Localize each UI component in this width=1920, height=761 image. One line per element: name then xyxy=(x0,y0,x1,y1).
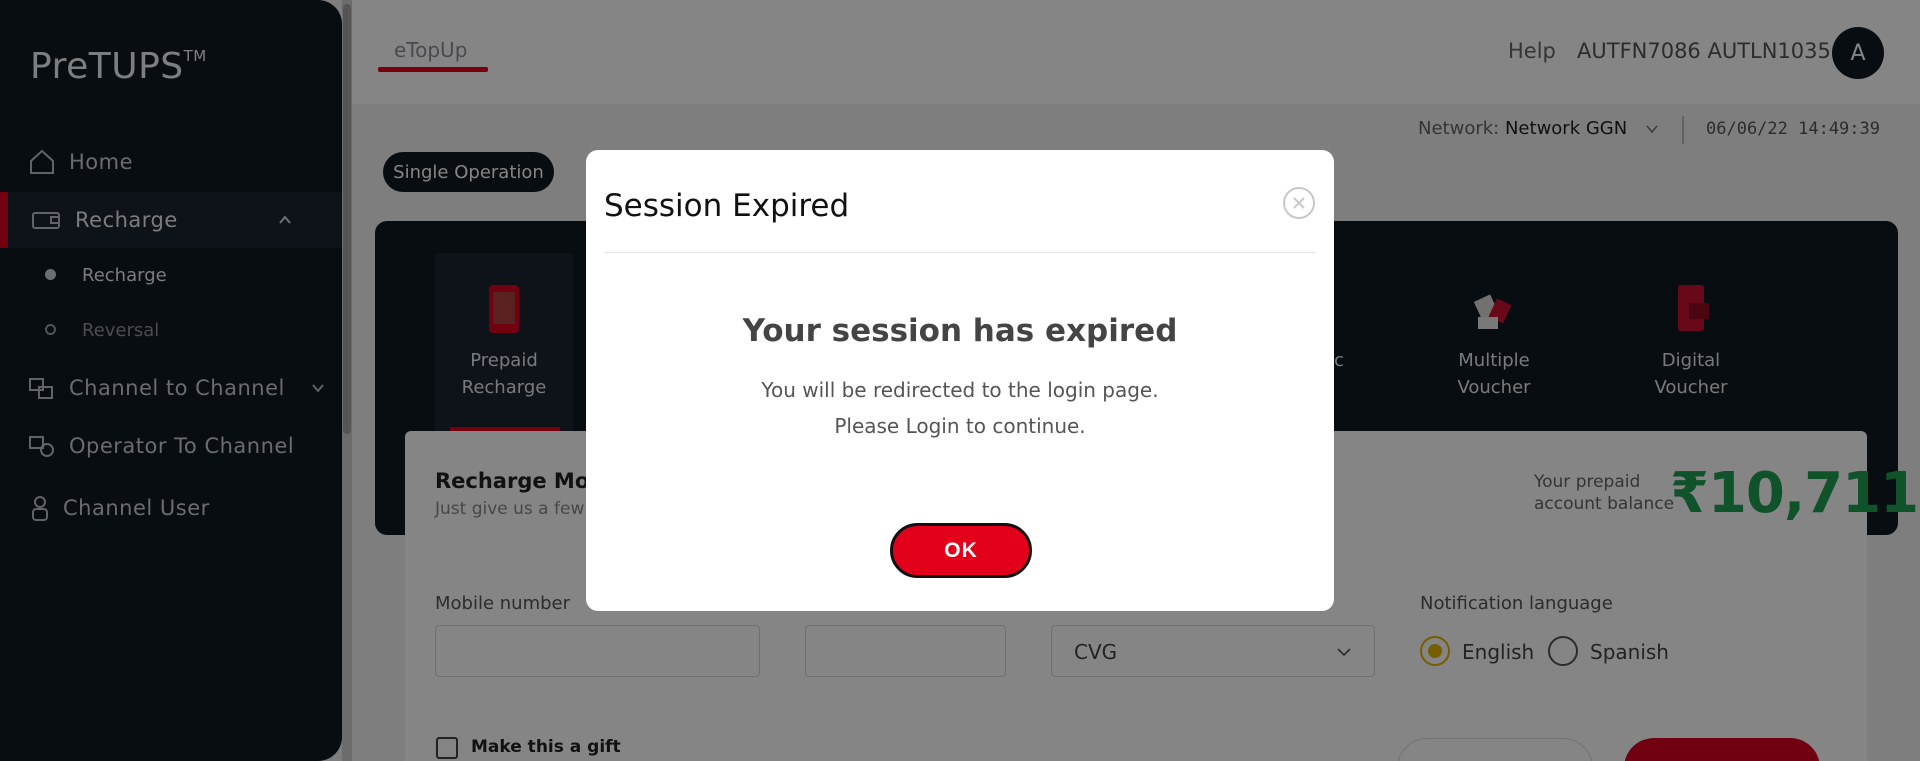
modal-heading: Your session has expired xyxy=(742,313,1178,349)
modal-message: You will be redirected to the login page… xyxy=(761,378,1159,402)
modal-title: Session Expired xyxy=(604,188,850,224)
modal-message: Please Login to continue. xyxy=(834,414,1086,438)
session-expired-modal: Session Expired Your session has expired… xyxy=(586,150,1334,611)
close-icon[interactable] xyxy=(1282,186,1316,220)
ok-button[interactable]: OK xyxy=(890,523,1032,578)
divider xyxy=(604,252,1316,253)
